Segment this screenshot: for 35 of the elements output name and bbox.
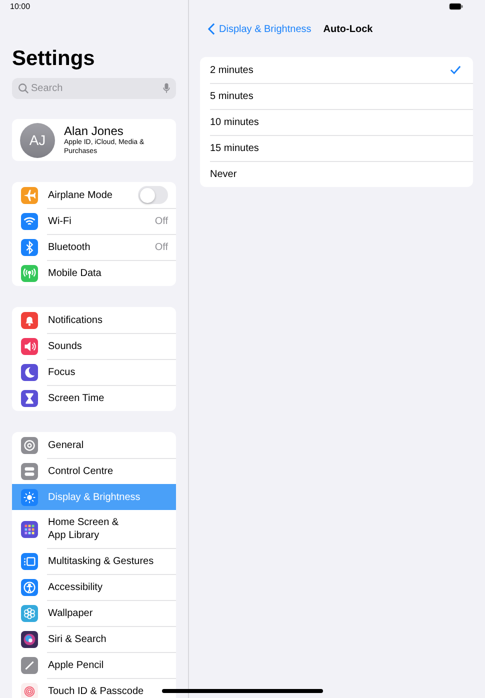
setting-value: Off	[154, 216, 168, 226]
avatar: AJ	[20, 122, 55, 158]
microphone-icon[interactable]	[163, 83, 170, 94]
auto-lock-option[interactable]: 2 minutes	[200, 57, 473, 83]
auto-lock-option[interactable]: 5 minutes	[200, 83, 473, 109]
airplane-mode-toggle[interactable]	[138, 186, 168, 204]
checkmark-icon	[450, 65, 461, 75]
auto-lock-option[interactable]: 10 minutes	[200, 109, 473, 135]
sidebar-item[interactable]: Apple Pencil	[12, 652, 176, 678]
setting-value: Off	[154, 242, 168, 252]
settings-title: Settings	[12, 46, 96, 72]
sidebar-item[interactable]: Notifications	[12, 307, 176, 333]
sidebar-item[interactable]: Accessibility	[12, 574, 176, 600]
chevron-icon	[208, 23, 215, 35]
sidebar-item[interactable]: Control Centre	[12, 458, 176, 484]
sidebar-item[interactable]: Airplane Mode	[12, 182, 176, 208]
page-title: Auto-Lock	[323, 24, 373, 34]
sidebar-item[interactable]: Siri & Search	[12, 626, 176, 652]
sidebar-item[interactable]: Touch ID & Passcode	[12, 678, 176, 698]
sidebar-item[interactable]: Multitasking & Gestures	[12, 548, 176, 574]
battery-icon	[449, 3, 463, 10]
sidebar-item[interactable]: Bluetooth Off	[12, 234, 176, 260]
sidebar-item[interactable]: Mobile Data	[12, 260, 176, 286]
sidebar-item[interactable]: General	[12, 432, 176, 458]
account-name: Alan Jones	[64, 124, 124, 138]
auto-lock-option[interactable]: 15 minutes	[200, 135, 473, 161]
sidebar-item[interactable]: Focus	[12, 359, 176, 385]
sidebar-item[interactable]: Wallpaper	[12, 600, 176, 626]
sidebar-item[interactable]: Sounds	[12, 333, 176, 359]
status-time: 10:00	[10, 2, 30, 11]
search-field[interactable]: Search	[12, 78, 176, 99]
auto-lock-option[interactable]: Never	[200, 161, 473, 187]
sidebar-item[interactable]: Wi-Fi Off	[12, 208, 176, 234]
sidebar-item[interactable]: Home Screen & App Library	[12, 510, 176, 548]
sidebar-item[interactable]: Screen Time	[12, 385, 176, 411]
